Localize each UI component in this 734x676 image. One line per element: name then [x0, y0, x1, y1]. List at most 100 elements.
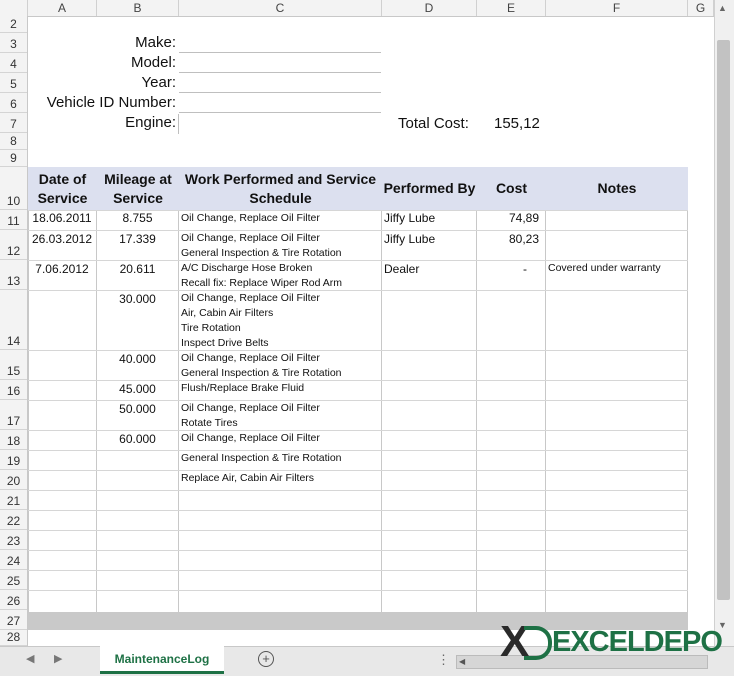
grid-line — [28, 550, 688, 551]
logo: X EXCELDEPO — [500, 620, 723, 664]
row-header-bar: 2 3 4 5 6 7 8 9 10 11 12 13 14 15 16 17 … — [0, 16, 28, 646]
year-field[interactable] — [179, 92, 381, 93]
column-header-e[interactable]: E — [477, 0, 546, 16]
entry-date[interactable]: 26.03.2012 — [28, 232, 96, 246]
entry-work[interactable]: Oil Change, Replace Oil Filter — [181, 431, 381, 446]
row-header-13[interactable]: 13 — [0, 260, 27, 290]
grid-line — [545, 210, 546, 612]
row-header-23[interactable]: 23 — [0, 530, 27, 550]
entry-performed-by[interactable]: Jiffy Lube — [384, 211, 476, 225]
entry-work[interactable]: Replace Air, Cabin Air Filters — [181, 471, 381, 486]
row-header-8[interactable]: 8 — [0, 133, 27, 150]
scrollbar-thumb[interactable] — [717, 40, 730, 600]
entry-mileage[interactable]: 20.611 — [97, 262, 178, 276]
column-header-a[interactable]: A — [28, 0, 97, 16]
row-header-22[interactable]: 22 — [0, 510, 27, 530]
entry-mileage[interactable]: 45.000 — [97, 382, 178, 396]
row-header-2[interactable]: 2 — [0, 16, 27, 33]
entry-work-line: Replace Air, Cabin Air Filters — [181, 472, 315, 484]
entry-work[interactable]: Oil Change, Replace Oil Filter Air, Cabi… — [181, 291, 381, 351]
plus-circle-icon[interactable]: + — [258, 651, 274, 667]
total-cost-label: Total Cost: — [398, 115, 469, 132]
entry-work[interactable]: Oil Change, Replace Oil Filter — [181, 211, 381, 226]
row-header-24[interactable]: 24 — [0, 550, 27, 570]
next-sheet-icon[interactable]: ▶ — [54, 652, 62, 665]
row-header-16[interactable]: 16 — [0, 380, 27, 400]
grid-line — [381, 210, 382, 612]
scroll-left-icon[interactable]: ◀ — [459, 657, 465, 666]
column-header-bar: A B C D E F G — [0, 0, 714, 17]
row-header-3[interactable]: 3 — [0, 33, 27, 53]
entry-work-line: General Inspection & Tire Rotation — [181, 247, 342, 259]
entry-work-line: General Inspection & Tire Rotation — [181, 452, 342, 464]
engine-label: Engine: — [125, 114, 176, 131]
header-mileage: Mileage at Service — [97, 167, 179, 210]
entry-mileage[interactable]: 30.000 — [97, 292, 178, 306]
select-all-corner[interactable] — [0, 0, 28, 16]
entry-mileage[interactable]: 17.339 — [97, 232, 178, 246]
entry-cost[interactable]: 74,89 — [477, 211, 539, 225]
grid-line — [28, 510, 688, 511]
row-header-11[interactable]: 11 — [0, 210, 27, 230]
entry-mileage[interactable]: 50.000 — [97, 402, 178, 416]
vehicle-id-field[interactable] — [179, 112, 381, 113]
total-cost-value: 155,12 — [494, 115, 540, 132]
row-header-19[interactable]: 19 — [0, 450, 27, 470]
prev-sheet-icon[interactable]: ◀ — [26, 652, 34, 665]
row-header-15[interactable]: 15 — [0, 350, 27, 380]
model-label: Model: — [130, 54, 176, 71]
header-work: Work Performed and Service Schedule — [179, 167, 382, 210]
entry-work-line: Air, Cabin Air Filters — [181, 307, 274, 319]
entry-work[interactable]: Oil Change, Replace Oil Filter General I… — [181, 231, 381, 261]
row-header-17[interactable]: 17 — [0, 400, 27, 430]
entry-mileage[interactable]: 60.000 — [97, 432, 178, 446]
row-header-28[interactable]: 28 — [0, 630, 27, 646]
column-header-b[interactable]: B — [97, 0, 179, 16]
row-header-18[interactable]: 18 — [0, 430, 27, 450]
row-header-26[interactable]: 26 — [0, 590, 27, 610]
column-header-f[interactable]: F — [546, 0, 688, 16]
scroll-up-icon[interactable]: ▲ — [718, 3, 727, 13]
entry-cost[interactable]: - — [477, 262, 527, 276]
entry-mileage[interactable]: 40.000 — [97, 352, 178, 366]
sheet-tab-maintenancelog[interactable]: MaintenanceLog — [100, 646, 224, 674]
column-header-c[interactable]: C — [179, 0, 382, 16]
row-header-14[interactable]: 14 — [0, 290, 27, 350]
entry-work[interactable]: Oil Change, Replace Oil Filter Rotate Ti… — [181, 401, 381, 431]
entry-work[interactable]: Flush/Replace Brake Fluid — [181, 381, 381, 396]
row-header-5[interactable]: 5 — [0, 73, 27, 93]
header-notes: Notes — [546, 167, 688, 210]
header-performed-by: Performed By — [382, 167, 477, 210]
entry-mileage[interactable]: 8.755 — [97, 211, 178, 225]
grid-line — [28, 590, 688, 591]
row-header-21[interactable]: 21 — [0, 490, 27, 510]
row-header-25[interactable]: 25 — [0, 570, 27, 590]
entry-work[interactable]: A/C Discharge Hose Broken Recall fix: Re… — [181, 261, 381, 291]
entry-work[interactable]: Oil Change, Replace Oil Filter General I… — [181, 351, 381, 381]
row-header-7[interactable]: 7 — [0, 113, 27, 133]
entry-date[interactable]: 7.06.2012 — [28, 262, 96, 276]
entry-work-line: Recall fix: Replace Wiper Rod Arm — [181, 277, 343, 289]
entry-notes[interactable]: Covered under warranty — [548, 261, 686, 276]
row-header-6[interactable]: 6 — [0, 93, 27, 113]
entry-work[interactable]: General Inspection & Tire Rotation — [181, 451, 381, 466]
entry-work-line: Oil Change, Replace Oil Filter — [181, 292, 320, 304]
entry-performed-by[interactable]: Jiffy Lube — [384, 232, 476, 246]
grid-line — [687, 210, 688, 612]
column-header-g[interactable]: G — [688, 0, 714, 16]
entry-work-line: Tire Rotation — [181, 322, 241, 334]
entry-performed-by[interactable]: Dealer — [384, 262, 476, 276]
row-header-27[interactable]: 27 — [0, 610, 27, 630]
row-header-20[interactable]: 20 — [0, 470, 27, 490]
make-field[interactable] — [179, 52, 381, 53]
entry-date[interactable]: 18.06.2011 — [28, 211, 96, 225]
model-field[interactable] — [179, 72, 381, 73]
more-options-icon[interactable]: ⋮ — [437, 652, 450, 668]
row-header-9[interactable]: 9 — [0, 150, 27, 167]
row-header-10[interactable]: 10 — [0, 167, 27, 210]
entry-work-line: A/C Discharge Hose Broken — [181, 262, 313, 274]
column-header-d[interactable]: D — [382, 0, 477, 16]
row-header-4[interactable]: 4 — [0, 53, 27, 73]
entry-cost[interactable]: 80,23 — [477, 232, 539, 246]
row-header-12[interactable]: 12 — [0, 230, 27, 260]
